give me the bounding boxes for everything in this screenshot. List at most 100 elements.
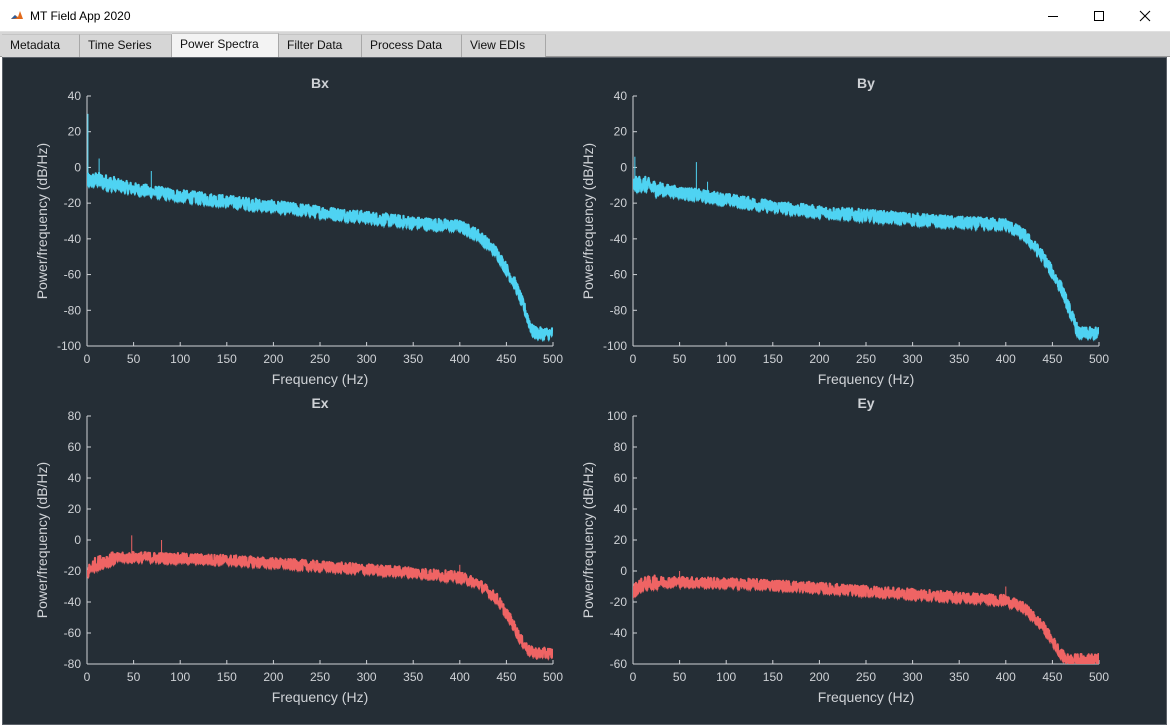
x-tick-label: 150	[763, 670, 783, 684]
x-tick-label: 50	[127, 670, 141, 684]
y-tick-label: 0	[620, 160, 627, 174]
x-tick-label: 450	[496, 670, 516, 684]
x-axis-label: Frequency (Hz)	[272, 371, 368, 387]
plot-title: Ex	[311, 395, 328, 411]
y-axis-label: Power/frequency (dB/Hz)	[34, 143, 50, 299]
y-tick-label: -100	[57, 339, 81, 353]
spectrum-trace-shadow	[633, 577, 1099, 664]
y-tick-label: -40	[610, 232, 628, 246]
x-tick-label: 450	[1042, 352, 1062, 366]
y-tick-label: 80	[68, 409, 82, 423]
x-tick-label: 400	[450, 670, 470, 684]
x-tick-label: 250	[310, 352, 330, 366]
x-tick-label: 200	[809, 670, 829, 684]
spectrum-plot-bx: Bx0 50 100 150 200 250 300 350 400 450 50040200-20…	[34, 75, 563, 387]
x-tick-label: 250	[856, 352, 876, 366]
x-tick-label: 100	[716, 352, 736, 366]
x-tick-label: 350	[403, 352, 423, 366]
x-axis-label: Frequency (Hz)	[818, 689, 914, 705]
x-tick-label: 150	[763, 352, 783, 366]
spectrum-trace-shadow	[87, 553, 553, 661]
y-tick-label: -80	[64, 657, 82, 671]
x-tick-label: 50	[127, 352, 141, 366]
x-tick-label: 400	[996, 352, 1016, 366]
x-tick-label: 150	[217, 670, 237, 684]
y-axis-label: Power/frequency (dB/Hz)	[580, 462, 596, 618]
x-tick-label: 350	[949, 352, 969, 366]
y-tick-label: -60	[64, 268, 82, 282]
x-tick-label: 500	[1089, 352, 1109, 366]
y-tick-label: -20	[610, 595, 628, 609]
x-axis-label: Frequency (Hz)	[818, 371, 914, 387]
spectrum-trace-shadow	[87, 174, 553, 342]
y-tick-label: 20	[68, 502, 82, 516]
y-tick-label: 80	[614, 440, 628, 454]
y-tick-label: 40	[68, 471, 82, 485]
y-tick-label: 60	[68, 440, 82, 454]
y-tick-label: 100	[607, 409, 627, 423]
x-tick-label: 300	[357, 352, 377, 366]
y-tick-label: -20	[610, 196, 628, 210]
y-tick-label: -40	[64, 595, 82, 609]
x-tick-label: 450	[496, 352, 516, 366]
x-tick-label: 500	[543, 352, 563, 366]
y-tick-label: 0	[620, 564, 627, 578]
x-tick-label: 300	[357, 670, 377, 684]
x-tick-label: 400	[450, 352, 470, 366]
spectrum-series	[633, 571, 1099, 664]
y-tick-label: 20	[614, 125, 628, 139]
x-tick-label: 0	[84, 352, 91, 366]
spectrum-plot-ex: Ex0 50 100 150 200 250 300 350 400 450 50080604020…	[34, 395, 563, 705]
spectrum-plot-by: By0 50 100 150 200 250 300 350 400 450 50040200-20…	[580, 75, 1109, 387]
x-tick-label: 150	[217, 352, 237, 366]
x-tick-label: 400	[996, 670, 1016, 684]
y-tick-label: 20	[614, 533, 628, 547]
y-axis-label: Power/frequency (dB/Hz)	[34, 462, 50, 618]
y-tick-label: 40	[68, 89, 82, 103]
y-tick-label: 60	[614, 471, 628, 485]
x-tick-label: 250	[856, 670, 876, 684]
y-tick-label: 40	[614, 502, 628, 516]
x-axis-label: Frequency (Hz)	[272, 689, 368, 705]
y-tick-label: -40	[610, 626, 628, 640]
spectrum-series	[87, 535, 553, 661]
spectrum-trace-shadow	[633, 178, 1099, 342]
x-tick-label: 350	[403, 670, 423, 684]
y-tick-label: -80	[610, 303, 628, 317]
spectrum-plot-ey: Ey0 50 100 150 200 250 300 350 400 450 50010080604…	[580, 395, 1109, 705]
y-tick-label: 0	[74, 533, 81, 547]
plot-title: Bx	[311, 75, 329, 91]
x-tick-label: 50	[673, 352, 687, 366]
y-tick-label: -60	[64, 626, 82, 640]
x-tick-label: 0	[84, 670, 91, 684]
y-tick-label: 20	[68, 125, 82, 139]
plot-title: Ey	[857, 395, 874, 411]
y-tick-label: -60	[610, 657, 628, 671]
y-tick-label: -20	[64, 196, 82, 210]
y-tick-label: -60	[610, 268, 628, 282]
x-tick-label: 200	[263, 670, 283, 684]
x-tick-label: 100	[170, 670, 190, 684]
x-tick-label: 500	[543, 670, 563, 684]
x-tick-label: 350	[949, 670, 969, 684]
y-tick-label: 40	[614, 89, 628, 103]
y-tick-label: -100	[603, 339, 627, 353]
y-tick-label: -40	[64, 232, 82, 246]
spectrum-series	[87, 113, 553, 342]
power-spectra-plots: Bx0 50 100 150 200 250 300 350 400 450 50040200-20…	[34, 75, 1109, 705]
x-tick-label: 300	[903, 670, 923, 684]
y-tick-label: 0	[74, 160, 81, 174]
x-tick-label: 0	[630, 352, 637, 366]
x-tick-label: 0	[630, 670, 637, 684]
x-tick-label: 250	[310, 670, 330, 684]
x-tick-label: 100	[170, 352, 190, 366]
y-axis-label: Power/frequency (dB/Hz)	[580, 143, 596, 299]
x-tick-label: 200	[263, 352, 283, 366]
y-tick-label: -20	[64, 564, 82, 578]
x-tick-label: 200	[809, 352, 829, 366]
x-tick-label: 50	[673, 670, 687, 684]
x-tick-label: 500	[1089, 670, 1109, 684]
x-tick-label: 300	[903, 352, 923, 366]
x-tick-label: 450	[1042, 670, 1062, 684]
x-tick-label: 100	[716, 670, 736, 684]
